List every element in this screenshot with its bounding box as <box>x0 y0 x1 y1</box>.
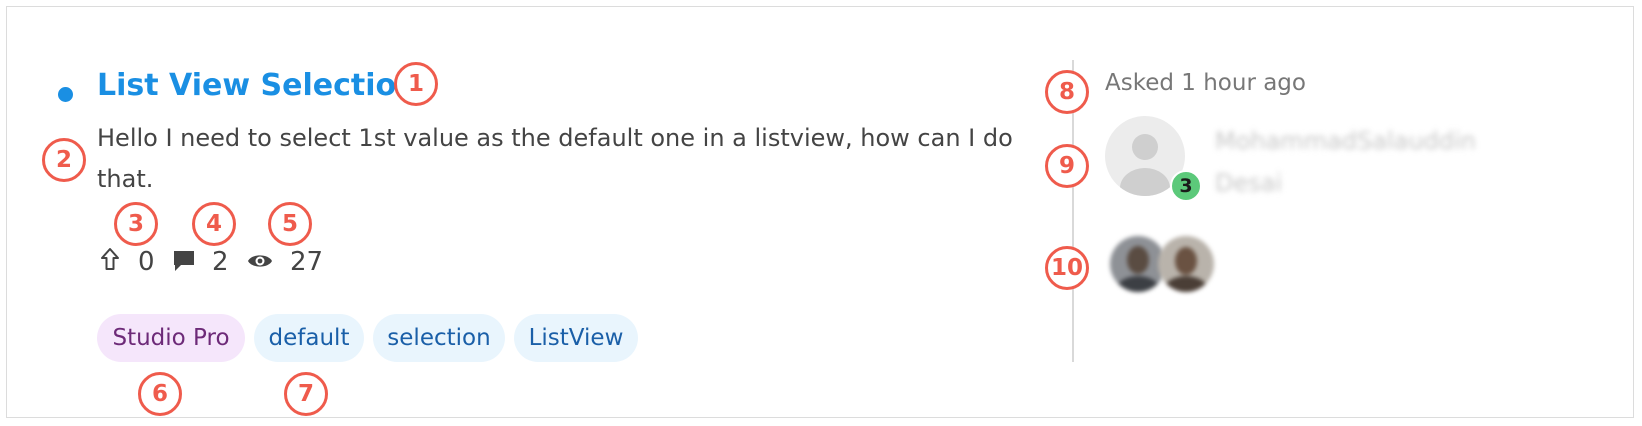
participant-avatar-2[interactable] <box>1158 236 1214 292</box>
author-name[interactable]: MohammadSalauddin Desai <box>1215 120 1545 204</box>
comment-icon <box>172 248 196 278</box>
tag-default[interactable]: default <box>254 314 364 362</box>
annotation-marker-9: 9 <box>1045 144 1089 188</box>
reputation-badge: 3 <box>1170 170 1202 202</box>
upvote-arrow-icon[interactable] <box>100 246 120 276</box>
tag-listview[interactable]: ListView <box>514 314 638 362</box>
asked-timestamp: Asked 1 hour ago <box>1105 70 1306 96</box>
upvote-count: 0 <box>138 247 155 277</box>
eye-icon <box>246 250 274 276</box>
tag-selection[interactable]: selection <box>373 314 505 362</box>
annotation-marker-3: 3 <box>114 202 158 246</box>
annotation-marker-6: 6 <box>138 372 182 416</box>
annotation-marker-2: 2 <box>42 138 86 182</box>
annotation-marker-4: 4 <box>192 202 236 246</box>
question-title-link[interactable]: List View Selection <box>97 68 417 103</box>
annotation-marker-8: 8 <box>1045 70 1089 114</box>
annotation-marker-1: 1 <box>394 62 438 106</box>
question-body: Hello I need to select 1st value as the … <box>97 124 1013 193</box>
annotation-marker-7: 7 <box>284 372 328 416</box>
comment-count: 2 <box>212 247 229 277</box>
tag-studio-pro[interactable]: Studio Pro <box>97 314 245 362</box>
unread-indicator <box>58 87 73 102</box>
annotation-marker-10: 10 <box>1045 246 1089 290</box>
view-count: 27 <box>290 247 324 277</box>
annotation-marker-5: 5 <box>268 202 312 246</box>
